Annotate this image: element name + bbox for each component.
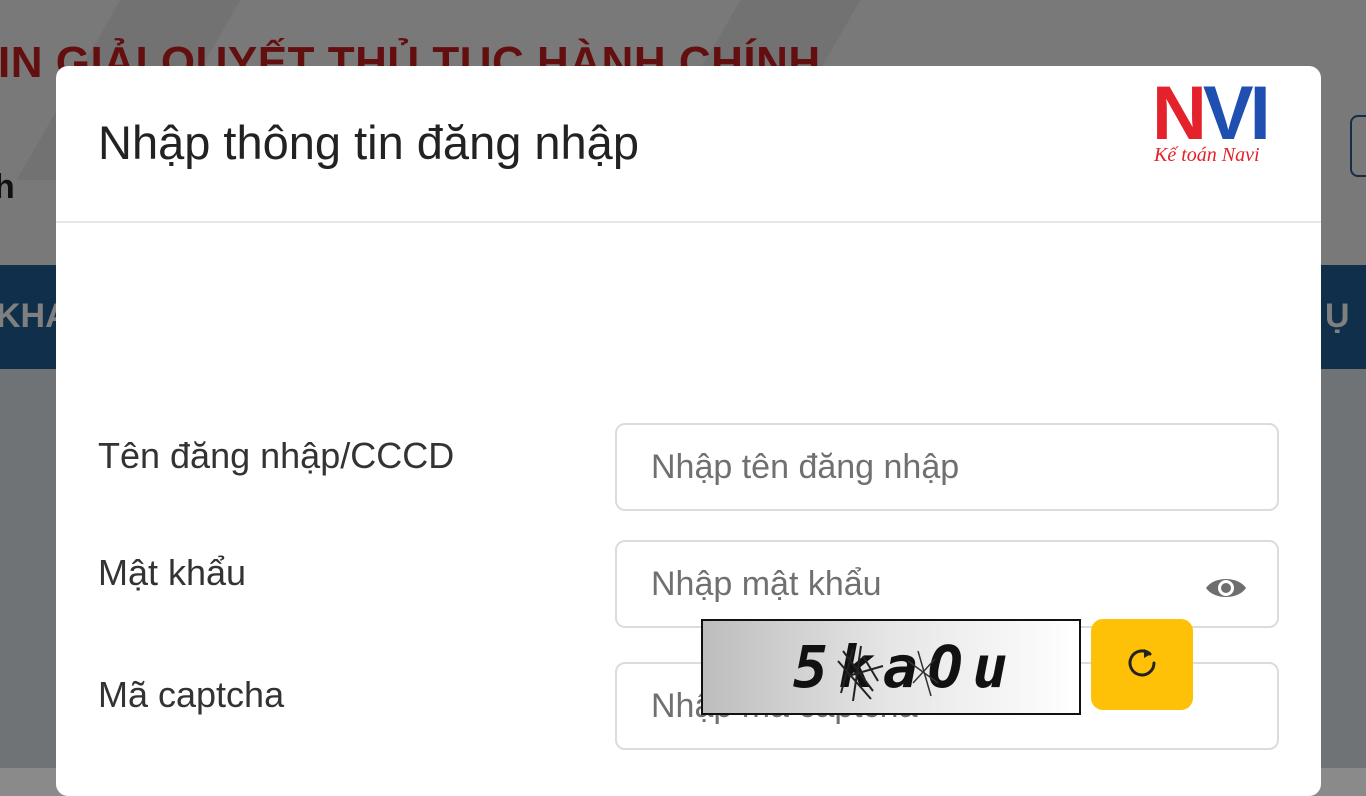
eye-icon[interactable] <box>1204 573 1248 603</box>
modal-header: Nhập thông tin đăng nhập NVI Kế toán Nav… <box>56 66 1321 223</box>
username-input[interactable] <box>615 423 1279 511</box>
modal-title: Nhập thông tin đăng nhập <box>98 116 639 169</box>
refresh-captcha-button[interactable] <box>1091 619 1193 710</box>
password-label: Mật khẩu <box>98 552 247 593</box>
captcha-label: Mã captcha <box>98 674 285 715</box>
captcha-image: 5kaOu <box>701 619 1081 715</box>
password-input[interactable] <box>615 540 1279 628</box>
username-label: Tên đăng nhập/CCCD <box>98 435 455 476</box>
logo-tagline: Kế toán Navi <box>1154 144 1260 166</box>
logo-letters: NVI <box>1152 71 1271 156</box>
navi-logo: NVI Kế toán Navi <box>1152 74 1294 172</box>
refresh-icon <box>1128 649 1156 677</box>
login-modal: Nhập thông tin đăng nhập NVI Kế toán Nav… <box>56 66 1321 796</box>
captcha-noise <box>837 645 939 702</box>
